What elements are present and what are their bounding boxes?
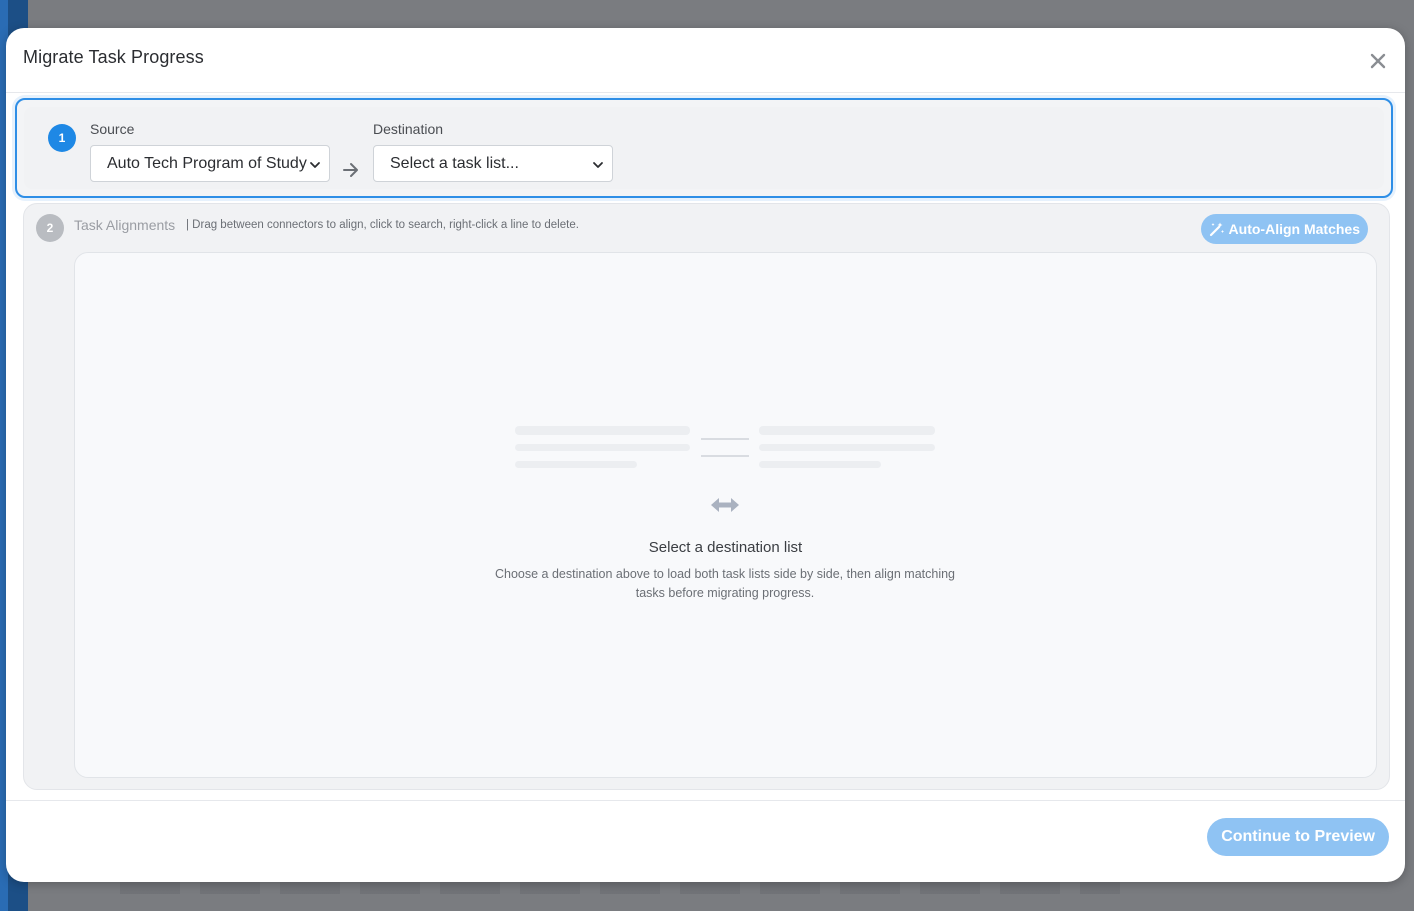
close-button[interactable] bbox=[1367, 50, 1389, 72]
empty-state-title: Select a destination list bbox=[648, 539, 803, 556]
auto-align-button[interactable]: Auto-Align Matches bbox=[1200, 214, 1368, 244]
continue-to-preview-button[interactable]: Continue to Preview bbox=[1207, 818, 1389, 856]
empty-state-illustration bbox=[515, 426, 937, 472]
magic-wand-icon bbox=[1209, 222, 1224, 237]
footer-divider bbox=[6, 800, 1405, 801]
step-number-badge: 1 bbox=[48, 124, 76, 152]
destination-select-value: Select a task list... bbox=[390, 154, 519, 172]
auto-align-label: Auto-Align Matches bbox=[1228, 221, 1360, 237]
step-task-alignments: 2 Task Alignments | Drag between connect… bbox=[23, 203, 1390, 790]
swap-horizontal-icon bbox=[711, 498, 739, 512]
close-icon bbox=[1370, 53, 1386, 69]
arrow-right-icon bbox=[343, 163, 358, 177]
chevron-down-icon bbox=[593, 162, 603, 168]
background-content bbox=[120, 880, 1120, 894]
source-label: Source bbox=[90, 121, 135, 137]
task-alignments-title: Task Alignments bbox=[74, 217, 176, 233]
destination-select[interactable]: Select a task list... bbox=[373, 145, 613, 182]
migrate-task-progress-modal: Migrate Task Progress 1 Source Auto Tech… bbox=[6, 28, 1405, 882]
step-number-badge: 2 bbox=[36, 214, 64, 242]
source-select[interactable]: Auto Tech Program of Study bbox=[90, 145, 330, 182]
destination-label: Destination bbox=[373, 121, 444, 137]
chevron-down-icon bbox=[310, 162, 320, 168]
source-select-value: Auto Tech Program of Study bbox=[107, 154, 307, 172]
empty-state-description: Choose a destination above to load both … bbox=[495, 567, 956, 600]
modal-title: Migrate Task Progress bbox=[23, 47, 204, 67]
task-alignments-hint: | Drag between connectors to align, clic… bbox=[186, 219, 579, 231]
step-source-destination: 1 Source Auto Tech Program of Study Dest… bbox=[15, 98, 1393, 198]
alignment-canvas[interactable]: Select a destination list Choose a desti… bbox=[74, 252, 1377, 778]
step1-panel: 1 Source Auto Tech Program of Study Dest… bbox=[24, 107, 1384, 189]
modal-header: Migrate Task Progress bbox=[6, 28, 1405, 93]
